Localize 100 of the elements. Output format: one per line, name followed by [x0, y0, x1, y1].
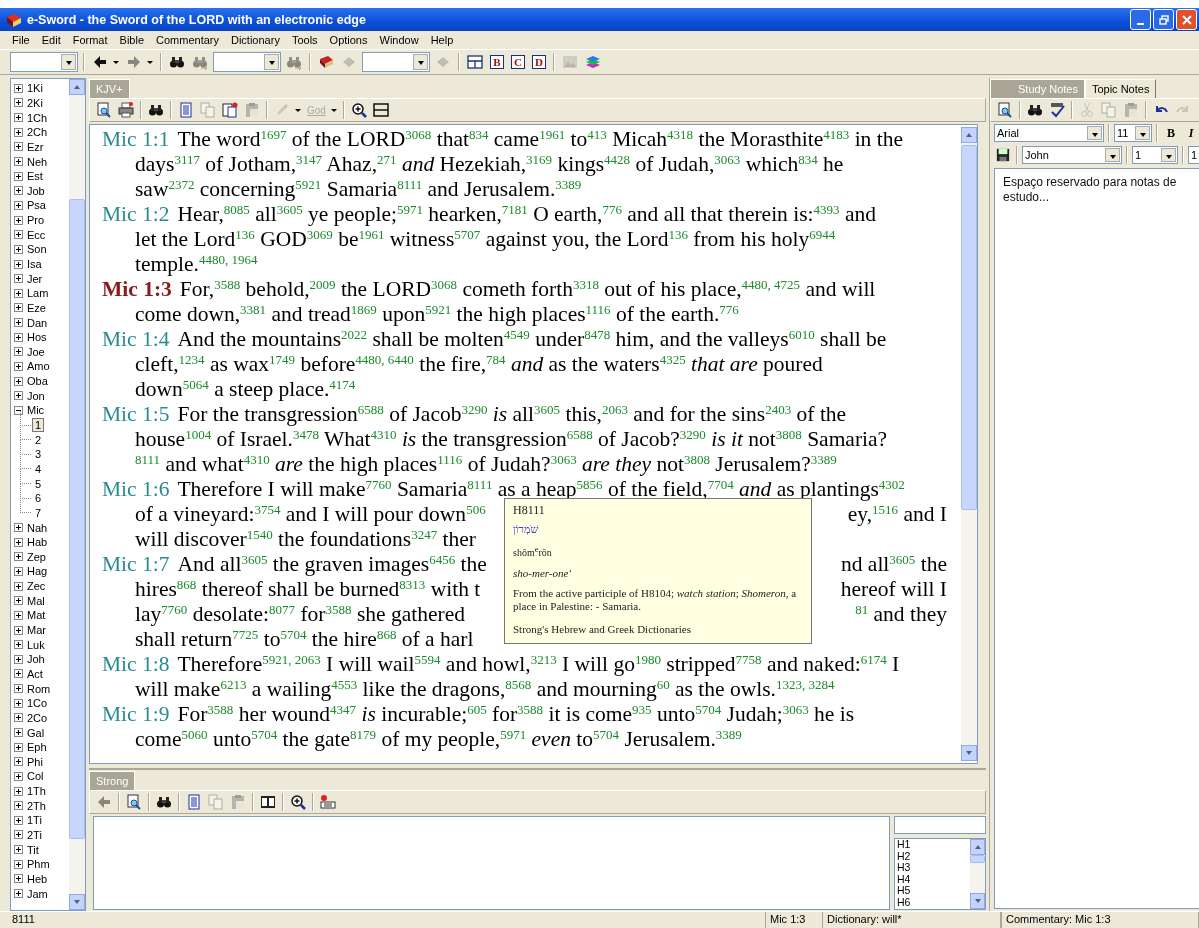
expand-icon[interactable]	[14, 274, 23, 284]
expand-icon[interactable]	[14, 845, 23, 855]
expand-icon[interactable]	[14, 698, 23, 708]
font-dropdown[interactable]: Arial	[994, 124, 1104, 142]
tree-item[interactable]: 1	[33, 419, 44, 432]
expand-icon[interactable]	[14, 244, 23, 254]
tree-item[interactable]: 1Th	[27, 785, 46, 798]
expand-icon[interactable]	[14, 771, 23, 781]
printer-button[interactable]	[116, 100, 136, 120]
marker-button[interactable]	[318, 792, 338, 812]
expand-icon[interactable]	[14, 537, 23, 547]
tree-item[interactable]: Mat	[27, 609, 46, 622]
expand-icon[interactable]	[14, 332, 23, 342]
list-item[interactable]: H1	[897, 839, 970, 851]
panes-button[interactable]	[465, 52, 485, 72]
menu-item[interactable]: Format	[66, 34, 114, 46]
menu-item[interactable]: Help	[424, 34, 460, 46]
italic-button[interactable]: I	[1182, 123, 1199, 143]
expand-icon[interactable]	[14, 728, 23, 737]
tree-item[interactable]: 2Ch	[27, 126, 48, 139]
expand-icon[interactable]	[14, 713, 23, 723]
tree-item[interactable]: Tit	[27, 843, 39, 856]
verse-reference[interactable]: Mic 1:1	[102, 127, 170, 152]
expand-icon[interactable]	[14, 552, 23, 562]
tree-item[interactable]: 1Ki	[27, 82, 43, 95]
expand-icon[interactable]	[14, 581, 23, 591]
list-item[interactable]: H6	[897, 896, 970, 909]
view-button[interactable]: B	[488, 52, 506, 72]
search-field[interactable]	[894, 816, 986, 834]
expand-icon[interactable]	[14, 288, 23, 298]
tree-item[interactable]: Job	[27, 184, 45, 197]
verse-reference[interactable]: Mic 1:3	[102, 277, 172, 302]
expand-icon[interactable]	[14, 830, 23, 840]
menu-item[interactable]: Edit	[35, 34, 67, 46]
expand-icon[interactable]	[14, 815, 23, 825]
expand-icon[interactable]	[14, 786, 23, 796]
tree-item[interactable]: 2	[33, 433, 44, 446]
tree-item[interactable]: Lam	[27, 287, 49, 300]
view-button[interactable]: D	[530, 52, 548, 72]
tree-item[interactable]: Col	[27, 770, 44, 783]
expand-icon[interactable]	[14, 742, 23, 752]
notes-tab[interactable]: Topic Notes	[1084, 79, 1157, 98]
verse-reference[interactable]: Mic 1:7	[102, 552, 170, 577]
expand-icon[interactable]	[14, 142, 23, 152]
tree-item[interactable]: Hab	[27, 536, 48, 549]
tree-item[interactable]: Eze	[27, 301, 46, 314]
zoom-button[interactable]	[288, 792, 308, 812]
tree-item[interactable]: Ecc	[27, 228, 46, 241]
expand-icon[interactable]	[14, 98, 23, 108]
expand-icon[interactable]	[14, 610, 23, 620]
tree-item[interactable]: 1Ch	[27, 111, 48, 124]
tree-item[interactable]: Mar	[27, 624, 46, 636]
tree-item[interactable]: Amo	[27, 360, 50, 373]
user-dropdown[interactable]: John	[1022, 146, 1122, 164]
menu-item[interactable]: Window	[373, 34, 425, 46]
tree-item[interactable]: Hos	[27, 331, 47, 344]
tree-item[interactable]: Pro	[27, 214, 45, 227]
expand-icon[interactable]	[14, 113, 23, 123]
tree-item[interactable]: Gal	[27, 726, 45, 739]
tree-item[interactable]: Zec	[27, 580, 46, 593]
expand-icon[interactable]	[14, 171, 23, 181]
scrollbar[interactable]	[970, 839, 985, 909]
expand-icon[interactable]	[14, 889, 23, 899]
menu-item[interactable]: Options	[323, 34, 374, 46]
restore-button[interactable]	[1153, 9, 1174, 30]
menu-item[interactable]: Dictionary	[225, 34, 286, 46]
tree-item[interactable]: Est	[27, 170, 43, 183]
expand-icon[interactable]	[14, 186, 23, 196]
verse-reference[interactable]: Mic 1:6	[102, 477, 170, 502]
menu-item[interactable]: Commentary	[150, 34, 225, 46]
expand-icon[interactable]	[14, 200, 23, 210]
expand-icon[interactable]	[14, 654, 23, 664]
tree-item[interactable]: 4	[33, 462, 44, 475]
expand-icon[interactable]	[14, 347, 23, 357]
tree-item[interactable]: 2Th	[27, 799, 46, 812]
dropdown-field[interactable]	[213, 52, 281, 72]
tree-item[interactable]: Luk	[27, 638, 45, 651]
tree-item[interactable]: Heb	[27, 872, 48, 885]
tree-item[interactable]: 2Ki	[27, 96, 43, 109]
menu-item[interactable]: File	[6, 34, 36, 46]
expand-icon[interactable]	[14, 669, 23, 679]
tree-item[interactable]: Neh	[27, 155, 48, 168]
tree-item[interactable]: Phi	[27, 755, 43, 768]
tree-item[interactable]: 2Ti	[27, 829, 42, 841]
expand-icon[interactable]	[14, 874, 23, 884]
tree-item[interactable]: Oba	[27, 375, 48, 388]
tree-item[interactable]: Jam	[27, 887, 48, 900]
expand-icon[interactable]	[14, 362, 23, 371]
number-dropdown[interactable]: 1	[1132, 146, 1178, 164]
minimize-button[interactable]	[1130, 9, 1151, 30]
scrollbar[interactable]	[69, 79, 85, 910]
expand-icon[interactable]	[14, 801, 23, 811]
expand-icon[interactable]	[14, 596, 23, 606]
tree-item[interactable]: Rom	[27, 682, 51, 695]
tree-item[interactable]: 3	[33, 448, 44, 461]
expand-icon[interactable]	[14, 757, 23, 767]
expand-icon[interactable]	[14, 640, 23, 650]
verse-reference[interactable]: Mic 1:2	[102, 202, 170, 227]
tree-item[interactable]: 1Co	[27, 697, 48, 710]
tree-item[interactable]: Act	[27, 667, 43, 680]
